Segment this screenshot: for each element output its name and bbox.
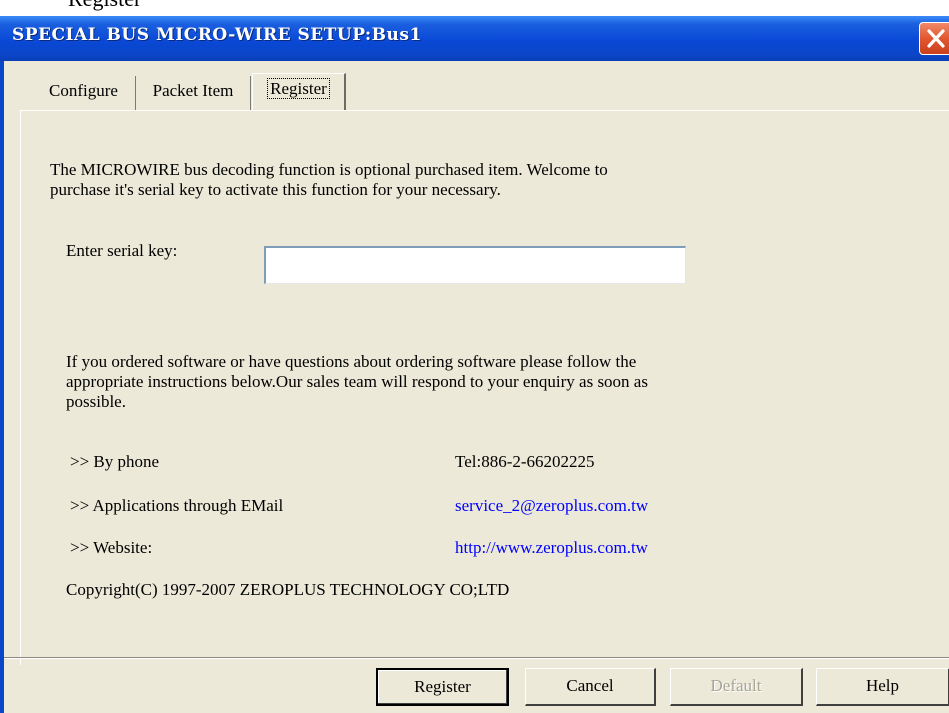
button-bar-separator-highlight — [4, 658, 949, 659]
tab-register-label: Register — [267, 78, 330, 99]
contact-phone-value: Tel:886-2-66202225 — [455, 452, 595, 471]
serial-key-label: Enter serial key: — [66, 241, 178, 260]
window-title: SPECIAL BUS MICRO-WIRE SETUP:Bus1 — [12, 25, 422, 45]
copyright-text: Copyright(C) 1997-2007 ZEROPLUS TECHNOLO… — [66, 580, 510, 599]
tab-packet-item-label: Packet Item — [152, 81, 234, 100]
info-text-line-1: If you ordered software or have question… — [66, 352, 637, 371]
intro-text-line-2: purchase it's serial key to activate thi… — [50, 180, 501, 199]
tab-register[interactable]: Register — [252, 73, 346, 111]
setup-dialog: SPECIAL BUS MICRO-WIRE SETUP:Bus1 Config… — [0, 16, 949, 713]
title-bar[interactable]: SPECIAL BUS MICRO-WIRE SETUP:Bus1 — [0, 16, 949, 61]
default-button: Default — [670, 668, 803, 706]
contact-website-label: >> Website: — [70, 538, 153, 557]
register-button[interactable]: Register — [376, 668, 509, 706]
background-window-caption: Register — [68, 0, 141, 12]
tab-packet-item[interactable]: Packet Item — [136, 76, 251, 110]
info-text-line-3: possible. — [66, 392, 126, 411]
cancel-button[interactable]: Cancel — [525, 668, 656, 706]
intro-text-line-1: The MICROWIRE bus decoding function is o… — [50, 160, 608, 179]
tab-configure[interactable]: Configure — [32, 76, 136, 110]
help-button[interactable]: Help — [816, 668, 949, 706]
contact-phone-label: >> By phone — [70, 452, 160, 471]
close-icon — [927, 29, 945, 48]
contact-website-link[interactable]: http://www.zeroplus.com.tw — [455, 537, 648, 558]
serial-key-input[interactable] — [264, 246, 686, 284]
contact-email-label: >> Applications through EMail — [70, 496, 284, 515]
tab-configure-label: Configure — [49, 81, 118, 100]
contact-email-link[interactable]: service_2@zeroplus.com.tw — [455, 495, 648, 516]
close-button[interactable] — [919, 22, 949, 55]
window-left-border — [0, 61, 4, 713]
info-text-line-2: appropriate instructions below.Our sales… — [66, 372, 648, 391]
